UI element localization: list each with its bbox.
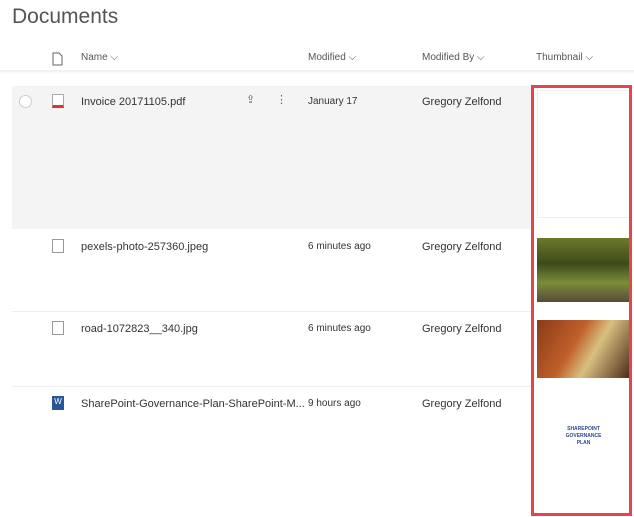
table-row[interactable]: W SharePoint-Governance-Plan-SharePoint-… xyxy=(12,388,532,488)
file-name[interactable]: Invoice 20171105.pdf xyxy=(81,96,185,108)
file-name[interactable]: road-1072823__340.jpg xyxy=(81,323,198,335)
column-name[interactable]: Name ⌵ xyxy=(81,52,118,63)
file-type-icon[interactable] xyxy=(52,52,63,69)
modified-by: Gregory Zelfond xyxy=(422,323,502,335)
modified-by: Gregory Zelfond xyxy=(422,398,502,410)
image-icon xyxy=(52,321,64,335)
table-row[interactable]: Invoice 20171105.pdf ⇪ ⋮ January 17 Greg… xyxy=(12,86,532,229)
modified-by: Gregory Zelfond xyxy=(422,96,502,108)
column-header: Name ⌵ Modified ⌵ Modified By ⌵ Thumbnai… xyxy=(0,48,634,72)
file-name[interactable]: SharePoint-Governance-Plan-SharePoint-M.… xyxy=(81,398,305,410)
image-icon xyxy=(52,239,64,253)
share-icon[interactable]: ⇪ xyxy=(246,93,255,106)
modified: January 17 xyxy=(308,96,358,107)
column-modified[interactable]: Modified ⌵ xyxy=(308,52,356,63)
column-modified-by[interactable]: Modified By ⌵ xyxy=(422,52,485,63)
more-icon[interactable]: ⋮ xyxy=(276,93,287,106)
pdf-icon xyxy=(52,94,64,108)
row-select-checkbox[interactable] xyxy=(19,95,32,108)
file-name[interactable]: pexels-photo-257360.jpeg xyxy=(81,241,208,253)
page-title: Documents xyxy=(12,5,119,28)
modified: 6 minutes ago xyxy=(308,323,371,334)
column-thumbnail[interactable]: Thumbnail ⌵ xyxy=(536,52,593,63)
modified-by: Gregory Zelfond xyxy=(422,241,502,253)
table-row[interactable]: pexels-photo-257360.jpeg 6 minutes ago G… xyxy=(12,231,532,311)
word-icon: W xyxy=(52,396,64,410)
table-row[interactable]: road-1072823__340.jpg 6 minutes ago Greg… xyxy=(12,313,532,386)
thumbnail-highlight xyxy=(531,85,632,516)
modified: 6 minutes ago xyxy=(308,241,371,252)
modified: 9 hours ago xyxy=(308,398,361,409)
